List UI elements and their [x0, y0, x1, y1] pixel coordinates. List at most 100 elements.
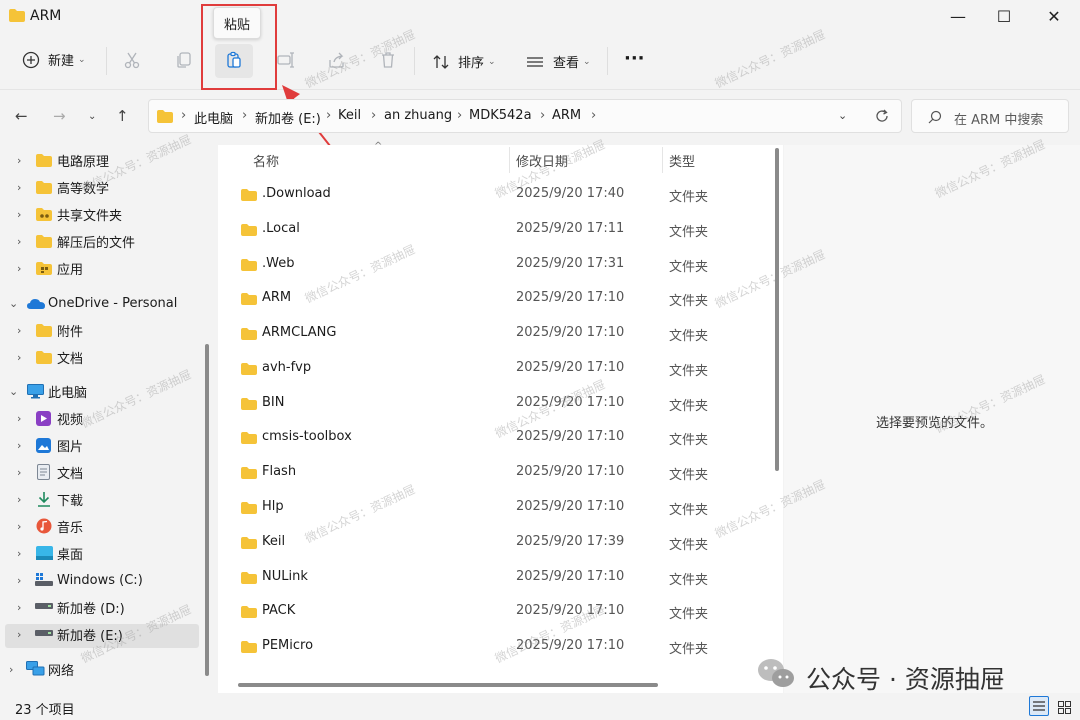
view-label: 查看 — [553, 56, 580, 71]
rename-icon[interactable] — [277, 51, 295, 69]
file-row[interactable]: Flash 2025/9/20 17:10 文件夹 — [218, 455, 771, 489]
nav-item-downloads[interactable]: › 下载 — [0, 486, 200, 512]
chevron-down-icon: ⌄ — [488, 56, 496, 67]
close-button[interactable]: ✕ — [1031, 0, 1077, 32]
address-history-dropdown[interactable]: ⌄ — [838, 109, 847, 122]
file-name: PEMicro — [262, 638, 314, 653]
nav-item-label: Windows (C:) — [57, 572, 143, 588]
sort-icon — [433, 54, 449, 69]
forward-button[interactable]: → — [53, 107, 66, 125]
maximize-button[interactable]: ☐ — [981, 0, 1027, 32]
minimize-button[interactable]: — — [935, 0, 981, 32]
watermark-logo-text: 公众号 · 资源抽屉 — [806, 665, 1005, 694]
view-button[interactable]: 查看 ⌄ — [526, 52, 591, 71]
file-row[interactable]: Keil 2025/9/20 17:39 文件夹 — [218, 525, 771, 559]
nav-item-windows-c[interactable]: › Windows (C:) — [0, 567, 200, 593]
breadcrumb-keil[interactable]: Keil — [338, 108, 361, 123]
file-row[interactable]: avh-fvp 2025/9/20 17:10 文件夹 — [218, 351, 771, 385]
file-name: Hlp — [262, 499, 284, 514]
folder-icon — [36, 153, 52, 167]
breadcrumb-separator: › — [181, 108, 187, 123]
folder-icon — [241, 606, 257, 618]
nav-item-label: 解压后的文件 — [57, 235, 136, 251]
folder-icon — [241, 641, 257, 653]
file-row[interactable]: .Web 2025/9/20 17:31 文件夹 — [218, 247, 771, 281]
computer-icon — [27, 384, 44, 399]
file-row[interactable]: PACK 2025/9/20 17:10 文件夹 — [218, 594, 771, 628]
videos-icon — [36, 411, 51, 426]
folder-icon — [241, 259, 257, 271]
nav-item-label: 应用 — [57, 262, 84, 278]
nav-item-attachments[interactable]: › 附件 — [0, 317, 200, 343]
title-bar — [0, 0, 1080, 34]
music-icon — [36, 518, 52, 534]
breadcrumb-this-pc[interactable]: 此电脑 — [194, 108, 233, 127]
breadcrumb-drive-e[interactable]: 新加卷 (E:) — [255, 108, 321, 127]
file-row[interactable]: .Local 2025/9/20 17:11 文件夹 — [218, 212, 771, 246]
onedrive-cloud-icon — [27, 299, 45, 309]
nav-item-music[interactable]: › 音乐 — [0, 513, 200, 539]
file-row[interactable]: ARM 2025/9/20 17:10 文件夹 — [218, 281, 771, 315]
folder-icon — [9, 9, 25, 22]
window-title: ARM — [30, 8, 62, 24]
drive-icon — [35, 603, 53, 609]
recent-locations-button[interactable]: ⌄ — [88, 111, 96, 122]
back-button[interactable]: ← — [15, 107, 28, 125]
file-row[interactable]: Hlp 2025/9/20 17:10 文件夹 — [218, 490, 771, 524]
nav-item-shared-folder[interactable]: › 共享文件夹 — [0, 201, 200, 227]
chevron-right-icon: › — [17, 519, 22, 533]
nav-item-onedrive-documents[interactable]: › 文档 — [0, 344, 200, 370]
nav-item-extracted-files[interactable]: › 解压后的文件 — [0, 228, 200, 254]
breadcrumb-separator: › — [371, 108, 377, 123]
file-name: cmsis-toolbox — [262, 429, 352, 444]
file-row[interactable]: .Download 2025/9/20 17:40 文件夹 — [218, 177, 771, 211]
wechat-logo-icon — [758, 659, 794, 687]
nav-item-onedrive[interactable]: ⌄ OneDrive - Personal — [0, 290, 200, 316]
chevron-right-icon: › — [17, 180, 22, 194]
breadcrumb-an-zhuang[interactable]: an zhuang — [384, 108, 452, 123]
nav-scrollbar-thumb[interactable] — [205, 344, 209, 676]
file-name: ARM — [262, 290, 292, 305]
new-label: 新建 — [48, 54, 75, 69]
more-options-button[interactable]: ··· — [624, 48, 645, 69]
nav-item-documents[interactable]: › 文档 — [0, 459, 200, 485]
nav-item-pictures[interactable]: › 图片 — [0, 432, 200, 458]
file-type: 文件夹 — [669, 294, 709, 309]
column-divider — [509, 147, 510, 173]
toolbar-divider — [106, 47, 107, 75]
chevron-right-icon: › — [17, 546, 22, 560]
nav-item-apps[interactable]: › 应用 — [0, 255, 200, 281]
refresh-icon[interactable] — [874, 108, 890, 124]
cut-icon[interactable] — [123, 51, 141, 69]
folder-icon — [157, 110, 173, 123]
folder-icon — [36, 180, 52, 194]
up-button[interactable]: ↑ — [116, 107, 129, 125]
breadcrumb-mdk542a[interactable]: MDK542a — [469, 108, 532, 123]
file-name: Flash — [262, 464, 297, 479]
file-date: 2025/9/20 17:10 — [516, 360, 625, 375]
breadcrumb-arm[interactable]: ARM — [552, 108, 581, 123]
nav-item-desktop[interactable]: › 桌面 — [0, 540, 200, 566]
folder-icon — [241, 432, 257, 444]
file-list-vertical-scrollbar[interactable] — [775, 148, 779, 471]
desktop-icon — [36, 546, 53, 560]
file-name: .Web — [262, 256, 295, 271]
chevron-right-icon: › — [17, 492, 22, 506]
folder-icon — [241, 572, 257, 584]
details-view-button[interactable] — [1029, 696, 1049, 716]
file-name: PACK — [262, 603, 296, 618]
file-date: 2025/9/20 17:10 — [516, 325, 625, 340]
nav-item-network[interactable]: › 网络 — [0, 656, 200, 682]
sort-button[interactable]: 排序 ⌄ — [432, 52, 496, 71]
column-header-name[interactable]: 名称 — [253, 151, 279, 170]
file-date: 2025/9/20 17:31 — [516, 256, 625, 271]
new-button[interactable]: 新建 ⌄ — [22, 50, 86, 69]
tiles-view-button[interactable] — [1055, 698, 1073, 716]
file-list-horizontal-scrollbar[interactable] — [238, 683, 658, 687]
file-row[interactable]: NULink 2025/9/20 17:10 文件夹 — [218, 560, 771, 594]
column-header-type[interactable]: 类型 — [669, 151, 695, 170]
file-row[interactable]: BIN 2025/9/20 17:10 文件夹 — [218, 386, 771, 420]
file-row[interactable]: ARMCLANG 2025/9/20 17:10 文件夹 — [218, 316, 771, 350]
copy-icon[interactable] — [175, 51, 193, 69]
file-date: 2025/9/20 17:10 — [516, 499, 625, 514]
